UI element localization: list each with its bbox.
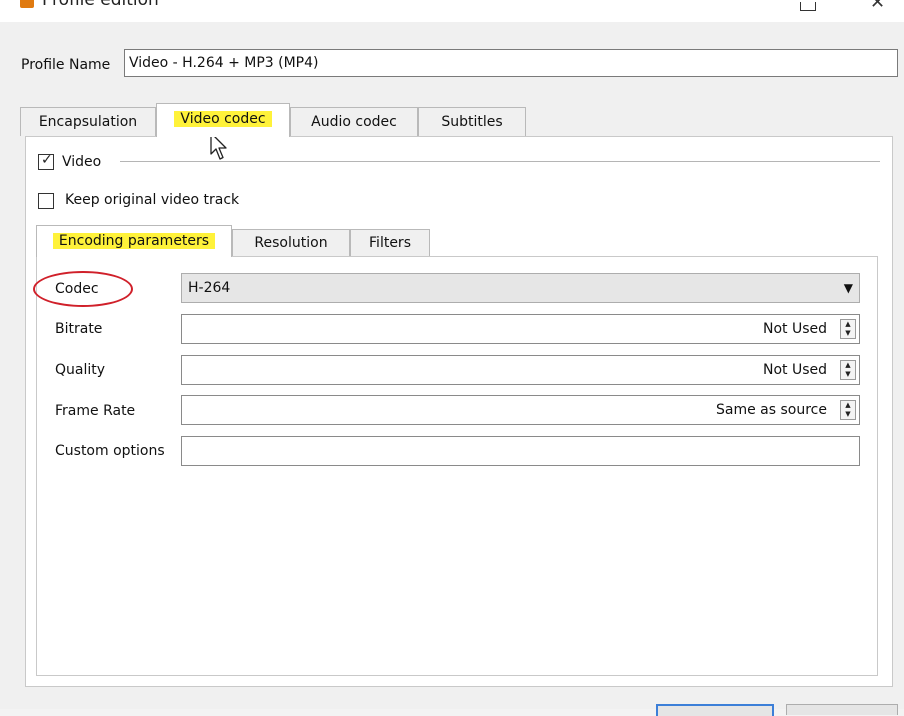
bitrate-label: Bitrate xyxy=(55,321,103,337)
tab-filters[interactable]: Filters xyxy=(350,229,430,256)
tab-label: Subtitles xyxy=(441,114,503,130)
app-icon xyxy=(20,0,34,8)
tab-encapsulation[interactable]: Encapsulation xyxy=(20,107,156,136)
title-bar: Profile edition ✕ xyxy=(0,0,904,22)
keep-original-label: Keep original video track xyxy=(65,192,240,208)
tab-label: Resolution xyxy=(254,235,328,251)
bitrate-spinbox[interactable]: Not Used ▲ ▼ xyxy=(181,314,860,344)
keep-original-checkbox[interactable] xyxy=(38,193,54,209)
tab-subtitles[interactable]: Subtitles xyxy=(418,107,526,136)
codec-select[interactable]: H-264 ▼ xyxy=(181,273,860,303)
custom-options-label: Custom options xyxy=(55,443,165,459)
bitrate-value: Not Used xyxy=(762,321,827,337)
codec-value: H-264 xyxy=(188,280,231,296)
window-title: Profile edition xyxy=(42,0,159,10)
frame-rate-value: Same as source xyxy=(716,402,827,418)
tab-label: Video codec xyxy=(174,111,272,127)
video-checkbox[interactable]: ✓ xyxy=(38,152,54,170)
video-checkbox-label: Video xyxy=(62,154,102,170)
cancel-button[interactable] xyxy=(786,704,898,715)
profile-name-input[interactable] xyxy=(124,49,898,77)
frame-rate-spinbox[interactable]: Same as source ▲ ▼ xyxy=(181,395,860,425)
frame-rate-label: Frame Rate xyxy=(55,403,136,419)
tab-label: Audio codec xyxy=(311,114,397,130)
check-icon: ✓ xyxy=(41,152,53,168)
spin-arrows-icon[interactable]: ▲ ▼ xyxy=(840,319,856,339)
codec-label: Codec xyxy=(55,281,99,297)
chevron-down-icon: ▼ xyxy=(843,281,853,295)
spin-arrows-icon[interactable]: ▲ ▼ xyxy=(840,360,856,380)
close-icon[interactable]: ✕ xyxy=(870,0,885,13)
tab-video-codec[interactable]: Video codec xyxy=(156,103,290,137)
quality-label: Quality xyxy=(55,362,106,378)
tab-label: Filters xyxy=(369,235,411,251)
quality-spinbox[interactable]: Not Used ▲ ▼ xyxy=(181,355,860,385)
tab-label: Encoding parameters xyxy=(52,233,216,249)
group-divider xyxy=(120,161,880,162)
tab-label: Encapsulation xyxy=(38,114,138,130)
custom-options-input[interactable] xyxy=(181,436,860,466)
save-button[interactable] xyxy=(656,704,774,716)
tab-audio-codec[interactable]: Audio codec xyxy=(290,107,418,136)
quality-value: Not Used xyxy=(762,362,827,378)
spin-arrows-icon[interactable]: ▲ ▼ xyxy=(840,400,856,420)
profile-name-label: Profile Name xyxy=(21,57,111,73)
tab-resolution[interactable]: Resolution xyxy=(232,229,350,256)
tab-encoding-parameters[interactable]: Encoding parameters xyxy=(36,225,232,257)
maximize-icon[interactable] xyxy=(800,2,816,11)
